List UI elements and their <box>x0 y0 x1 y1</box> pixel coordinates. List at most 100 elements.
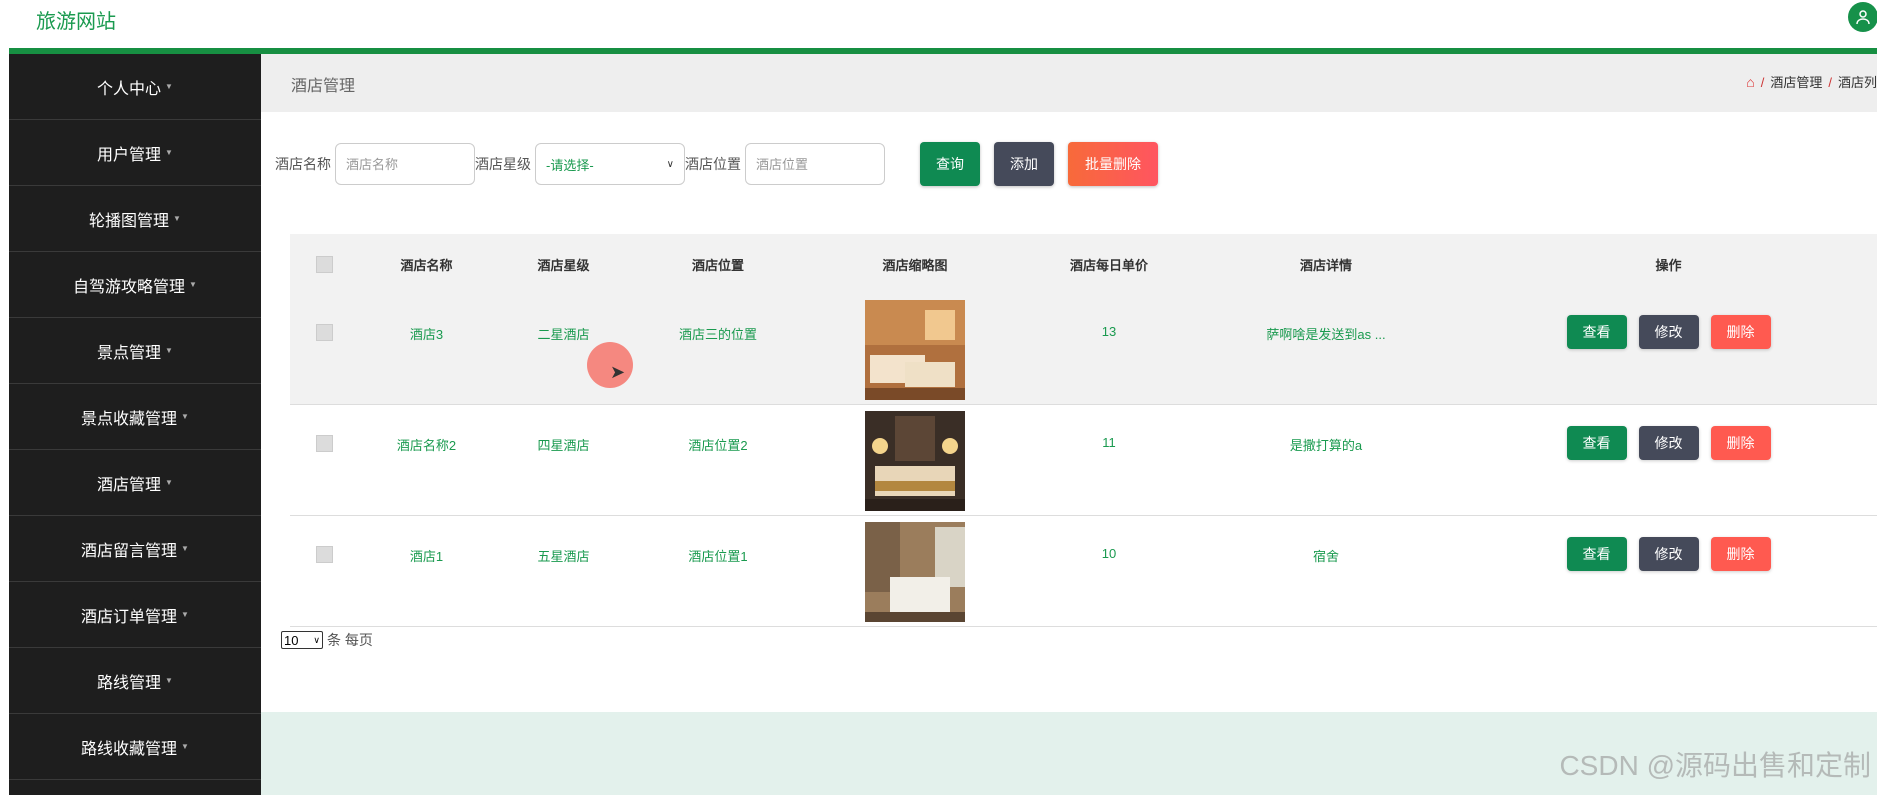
sidebar-item-label: 用户管理 <box>97 146 162 164</box>
sidebar-item-hotels[interactable]: 酒店管理 ▼ <box>9 450 261 516</box>
hotel-detail-cell: 是撒打算的a <box>1289 438 1363 453</box>
user-icon[interactable] <box>1848 2 1877 32</box>
chevron-down-icon: ▼ <box>181 544 189 553</box>
delete-button[interactable]: 删除 <box>1710 537 1771 571</box>
hotel-price-cell: 11 <box>1102 435 1116 450</box>
sidebar-item-routes[interactable]: 路线管理 ▼ <box>9 648 261 714</box>
hotel-star-cell: 五星酒店 <box>537 549 590 564</box>
view-button[interactable]: 查看 <box>1566 426 1627 460</box>
chevron-down-icon: ∨ <box>313 634 320 645</box>
top-bar: 旅游网站 <box>0 0 1877 795</box>
sidebar-item-label: 路线收藏管理 <box>81 740 178 758</box>
sidebar-item-carousel[interactable]: 轮播图管理 ▼ <box>9 186 261 252</box>
search-form: 酒店名称 酒店星级 -请选择- ∨ 酒店位置 查询 添加 批量删除 <box>275 142 1158 186</box>
hotel-location-input[interactable] <box>745 143 885 185</box>
breadcrumb-separator: / <box>1760 75 1765 90</box>
add-button[interactable]: 添加 <box>994 142 1054 186</box>
sidebar-item-label: 自驾游攻略管理 <box>73 278 186 296</box>
sidebar-item-personal-center[interactable]: 个人中心 ▼ <box>9 54 261 120</box>
batch-delete-button[interactable]: 批量删除 <box>1068 142 1158 186</box>
chevron-down-icon: ▼ <box>165 676 173 685</box>
page-title: 酒店管理 <box>291 78 356 95</box>
hotel-star-cell: 二星酒店 <box>537 327 590 342</box>
table-row: 酒店名称2 四星酒店 酒店位置2 11 是撒打算的a 查看 修改 删除 <box>290 405 1877 516</box>
chevron-down-icon: ▼ <box>181 742 189 751</box>
chevron-down-icon: ▼ <box>165 82 173 91</box>
sidebar-item-label: 景点管理 <box>97 344 162 362</box>
sidebar-item-self-drive-guides[interactable]: 自驾游攻略管理 ▼ <box>9 252 261 318</box>
hotel-location-label: 酒店位置 <box>685 156 741 172</box>
mouse-pointer-icon: ➤ <box>610 362 626 382</box>
sidebar-item-label: 路线管理 <box>97 674 162 692</box>
column-header: 酒店缩略图 <box>882 257 948 273</box>
left-edge <box>0 0 9 795</box>
chevron-down-icon: ▼ <box>173 214 181 223</box>
delete-button[interactable]: 删除 <box>1710 315 1771 349</box>
chevron-down-icon: ▼ <box>165 478 173 487</box>
breadcrumb: ⌂ / 酒店管理 / 酒店列 <box>1746 72 1877 91</box>
sidebar-item-attraction-favorites[interactable]: 景点收藏管理 ▼ <box>9 384 261 450</box>
sidebar: 个人中心 ▼ 用户管理 ▼ 轮播图管理 ▼ 自驾游攻略管理 ▼ 景点管理 ▼ 景点收藏管理… <box>9 54 261 795</box>
edit-button[interactable]: 修改 <box>1638 426 1699 460</box>
view-button[interactable]: 查看 <box>1566 537 1627 571</box>
sidebar-item-route-favorites[interactable]: 路线收藏管理 ▼ <box>9 714 261 780</box>
column-header: 酒店星级 <box>537 257 590 273</box>
hotel-table: 酒店名称 酒店星级 酒店位置 酒店缩略图 酒店每日单价 酒店详情 操作 酒店3 … <box>290 234 1877 627</box>
hotel-detail-cell: 萨啊啥是发送到as ... <box>1266 327 1386 342</box>
main-content: 酒店管理 ⌂ / 酒店管理 / 酒店列 酒店名称 酒店星级 -请选择- ∨ 酒店位置 查询… <box>261 54 1877 795</box>
column-header: 酒店每日单价 <box>1069 257 1148 273</box>
sidebar-item-label: 酒店订单管理 <box>81 608 178 626</box>
sidebar-item-label: 轮播图管理 <box>89 212 170 230</box>
page-size-select[interactable]: 10 ∨ <box>281 631 323 649</box>
brand-title: 旅游网站 <box>36 11 116 33</box>
chevron-down-icon: ▼ <box>165 346 173 355</box>
table-row: 酒店3 二星酒店 酒店三的位置 13 萨啊啥是发送到as ... 查看 修改 删… <box>290 294 1877 405</box>
sidebar-item-label: 酒店管理 <box>97 476 162 494</box>
view-button[interactable]: 查看 <box>1566 315 1627 349</box>
sidebar-item-hotel-messages[interactable]: 酒店留言管理 ▼ <box>9 516 261 582</box>
hotel-name-input[interactable] <box>335 143 475 185</box>
table-header: 酒店名称 酒店星级 酒店位置 酒店缩略图 酒店每日单价 酒店详情 操作 <box>290 234 1877 294</box>
query-button[interactable]: 查询 <box>920 142 980 186</box>
sidebar-item-attractions[interactable]: 景点管理 ▼ <box>9 318 261 384</box>
edit-button[interactable]: 修改 <box>1638 315 1699 349</box>
chevron-down-icon: ▼ <box>189 280 197 289</box>
delete-button[interactable]: 删除 <box>1710 426 1771 460</box>
select-all-checkbox[interactable] <box>315 255 333 273</box>
edit-button[interactable]: 修改 <box>1638 537 1699 571</box>
hotel-thumbnail <box>865 522 965 622</box>
home-icon[interactable]: ⌂ <box>1746 74 1754 90</box>
sidebar-item-label: 酒店留言管理 <box>81 542 178 560</box>
row-checkbox[interactable] <box>315 435 333 452</box>
breadcrumb-item[interactable]: 酒店管理 <box>1770 75 1822 90</box>
hotel-thumbnail <box>865 411 965 511</box>
user-avatar-icon <box>1856 10 1870 25</box>
sidebar-item-label: 个人中心 <box>97 80 162 98</box>
sidebar-item-users[interactable]: 用户管理 ▼ <box>9 120 261 186</box>
sidebar-item-hotel-orders[interactable]: 酒店订单管理 ▼ <box>9 582 261 648</box>
page-size-value: 10 <box>284 632 299 648</box>
hotel-thumbnail <box>865 300 965 400</box>
hotel-name-cell: 酒店3 <box>409 327 444 342</box>
hotel-star-label: 酒店星级 <box>475 156 531 172</box>
column-header: 酒店详情 <box>1299 257 1352 273</box>
column-header: 酒店名称 <box>400 257 453 273</box>
breadcrumb-item: 酒店列 <box>1837 75 1877 90</box>
hotel-name-cell: 酒店1 <box>409 549 444 564</box>
column-header: 操作 <box>1655 257 1682 273</box>
hotel-name-label: 酒店名称 <box>275 156 331 172</box>
hotel-location-cell: 酒店三的位置 <box>678 327 757 342</box>
row-checkbox[interactable] <box>315 546 333 563</box>
hotel-star-select[interactable]: -请选择- ∨ <box>535 143 685 185</box>
hotel-detail-cell: 宿舍 <box>1312 549 1339 564</box>
hotel-price-cell: 13 <box>1101 324 1117 339</box>
row-checkbox[interactable] <box>315 324 333 341</box>
hotel-star-cell: 四星酒店 <box>537 438 590 453</box>
column-header: 酒店位置 <box>691 257 744 273</box>
watermark: CSDN @源码出售和定制 <box>1559 750 1871 781</box>
table-row: 酒店1 五星酒店 酒店位置1 10 宿舍 查看 修改 删除 <box>290 516 1877 627</box>
chevron-down-icon: ▼ <box>181 610 189 619</box>
hotel-name-cell: 酒店名称2 <box>396 438 457 453</box>
hotel-location-cell: 酒店位置2 <box>688 438 748 453</box>
sidebar-item-label: 景点收藏管理 <box>81 410 178 428</box>
